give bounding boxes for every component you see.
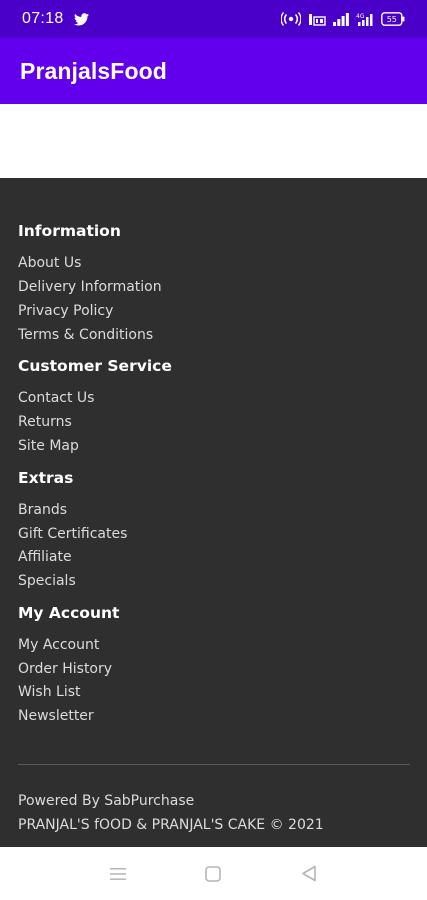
battery-icon: 55 bbox=[381, 12, 405, 26]
menu-icon[interactable] bbox=[98, 854, 138, 894]
section-title-extras: Extras bbox=[18, 469, 74, 487]
footer-divider bbox=[18, 764, 410, 765]
svg-text:4G: 4G bbox=[356, 13, 365, 20]
footer: Information About Us Delivery Informatio… bbox=[0, 178, 427, 847]
copyright-text: PRANJAL'S fOOD & PRANJAL'S CAKE © 2021 bbox=[18, 817, 324, 833]
link-delivery-information[interactable]: Delivery Information bbox=[18, 279, 162, 295]
data-signal-icon: 4G bbox=[356, 12, 374, 26]
home-icon[interactable] bbox=[193, 854, 233, 894]
back-icon[interactable] bbox=[289, 854, 329, 894]
link-brands[interactable]: Brands bbox=[18, 502, 67, 518]
link-gift-certificates[interactable]: Gift Certificates bbox=[18, 526, 127, 542]
link-terms-conditions[interactable]: Terms & Conditions bbox=[18, 327, 153, 343]
link-specials[interactable]: Specials bbox=[18, 573, 76, 589]
powered-by-text: Powered By SabPurchase bbox=[18, 793, 195, 809]
hotspot-icon bbox=[281, 12, 301, 26]
link-my-account[interactable]: My Account bbox=[18, 637, 99, 653]
section-title-customer-service: Customer Service bbox=[18, 357, 172, 375]
system-nav-bar bbox=[0, 847, 427, 900]
link-returns[interactable]: Returns bbox=[18, 414, 72, 430]
link-order-history[interactable]: Order History bbox=[18, 661, 112, 677]
volte-icon bbox=[308, 12, 326, 26]
signal-icon bbox=[333, 12, 349, 26]
link-privacy-policy[interactable]: Privacy Policy bbox=[18, 303, 113, 319]
app-bar: PranjalsFood bbox=[0, 38, 427, 104]
section-title-my-account: My Account bbox=[18, 604, 120, 622]
battery-level: 55 bbox=[387, 15, 397, 24]
link-wish-list[interactable]: Wish List bbox=[18, 684, 81, 700]
link-contact-us[interactable]: Contact Us bbox=[18, 390, 94, 406]
status-time: 07:18 bbox=[22, 10, 64, 27]
link-newsletter[interactable]: Newsletter bbox=[18, 708, 94, 724]
section-title-information: Information bbox=[18, 222, 121, 240]
link-site-map[interactable]: Site Map bbox=[18, 438, 79, 454]
status-bar: 07:18 4G 55 bbox=[0, 0, 427, 38]
link-about-us[interactable]: About Us bbox=[18, 255, 81, 271]
app-title: PranjalsFood bbox=[20, 57, 167, 84]
twitter-icon bbox=[73, 12, 89, 26]
content-area bbox=[0, 104, 427, 178]
link-affiliate[interactable]: Affiliate bbox=[18, 549, 72, 565]
